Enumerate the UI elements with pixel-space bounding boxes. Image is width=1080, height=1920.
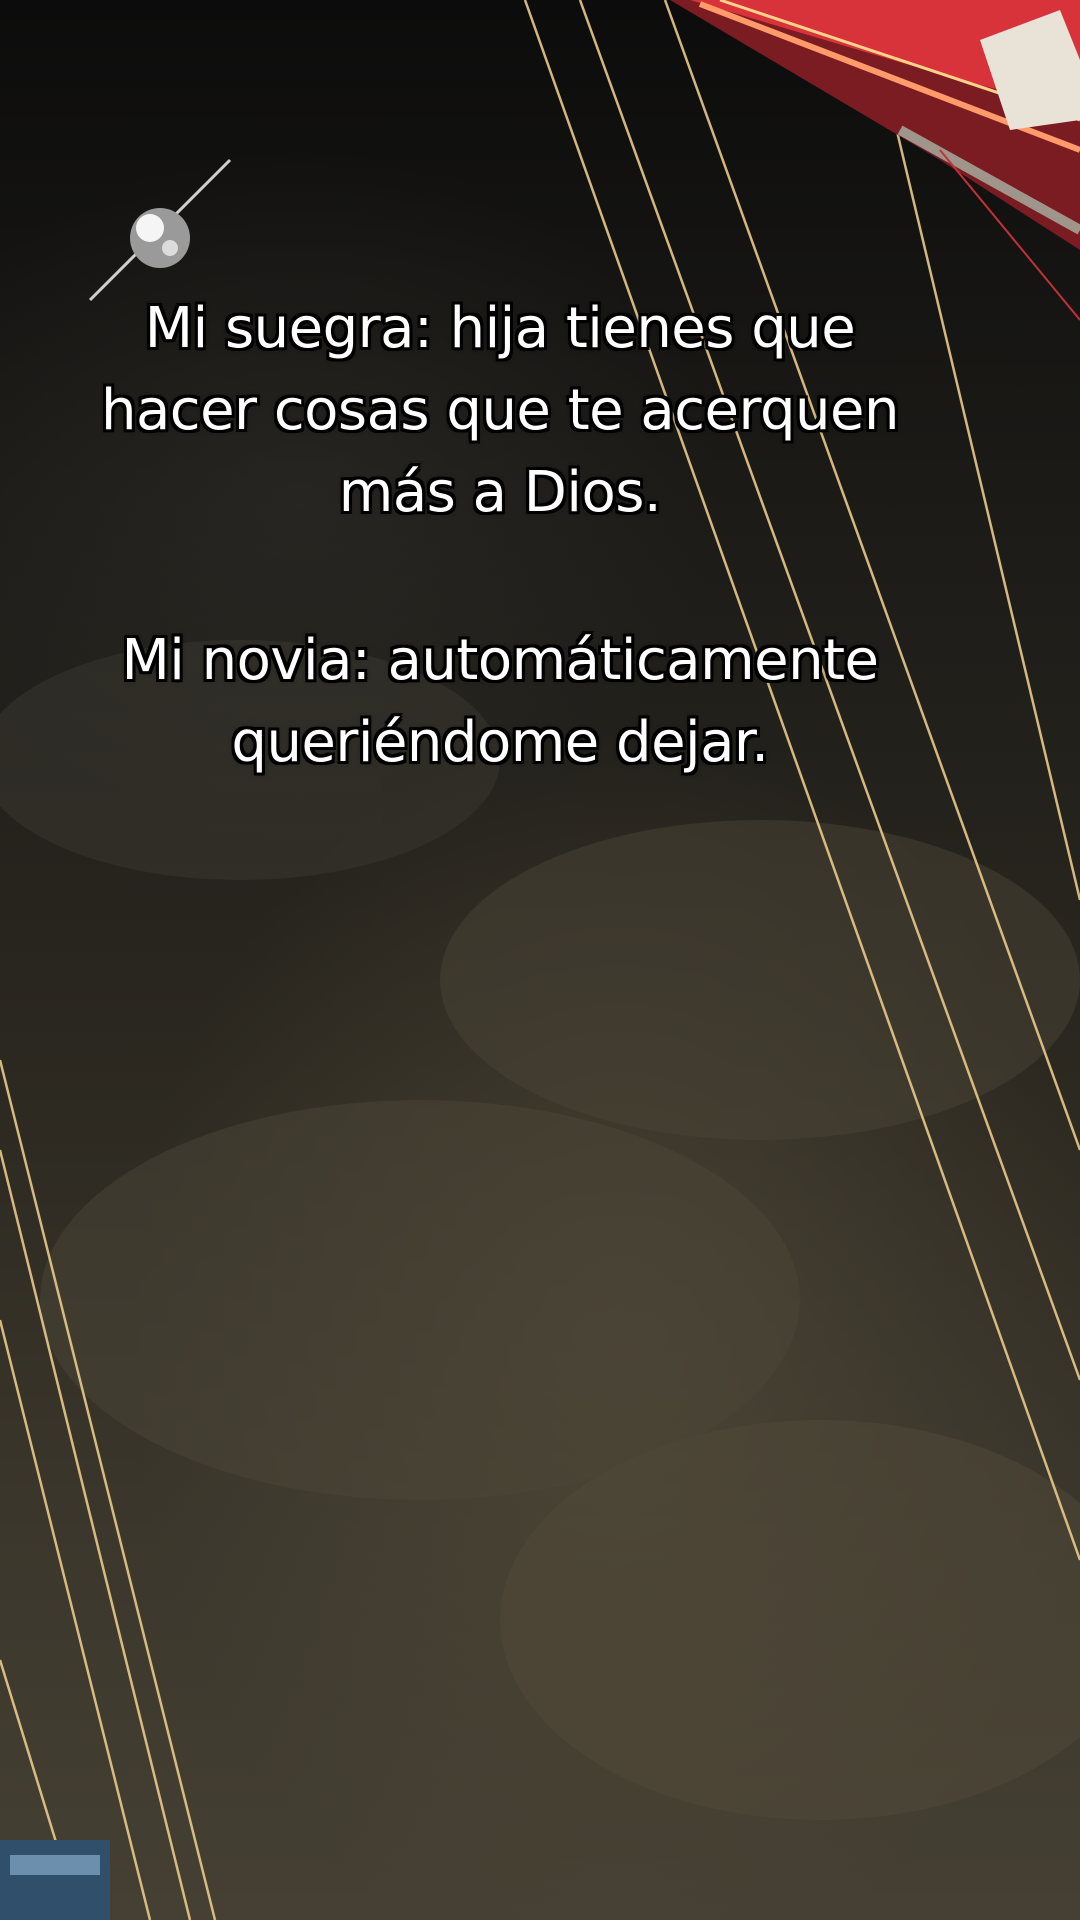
caption-line: más a Dios. bbox=[338, 460, 662, 525]
disco-ball-icon bbox=[88, 158, 232, 302]
cloud-haze bbox=[0, 640, 1080, 1820]
caption-block-mother-in-law: Mi suegra: hija tienes que hacer cosas q… bbox=[0, 288, 1000, 534]
ride-structure-icon bbox=[670, 0, 1080, 321]
caption-line: queriéndome dejar. bbox=[231, 710, 769, 775]
building-corner bbox=[0, 1840, 110, 1920]
caption-line: Mi suegra: hija tienes que bbox=[144, 296, 856, 361]
video-frame: Mi suegra: hija tienes que hacer cosas q… bbox=[0, 0, 1080, 1920]
caption-block-girlfriend: Mi novia: automáticamente queriéndome de… bbox=[0, 620, 1000, 784]
caption-line: hacer cosas que te acerquen bbox=[101, 378, 899, 443]
caption-line: Mi novia: automáticamente bbox=[121, 628, 879, 693]
